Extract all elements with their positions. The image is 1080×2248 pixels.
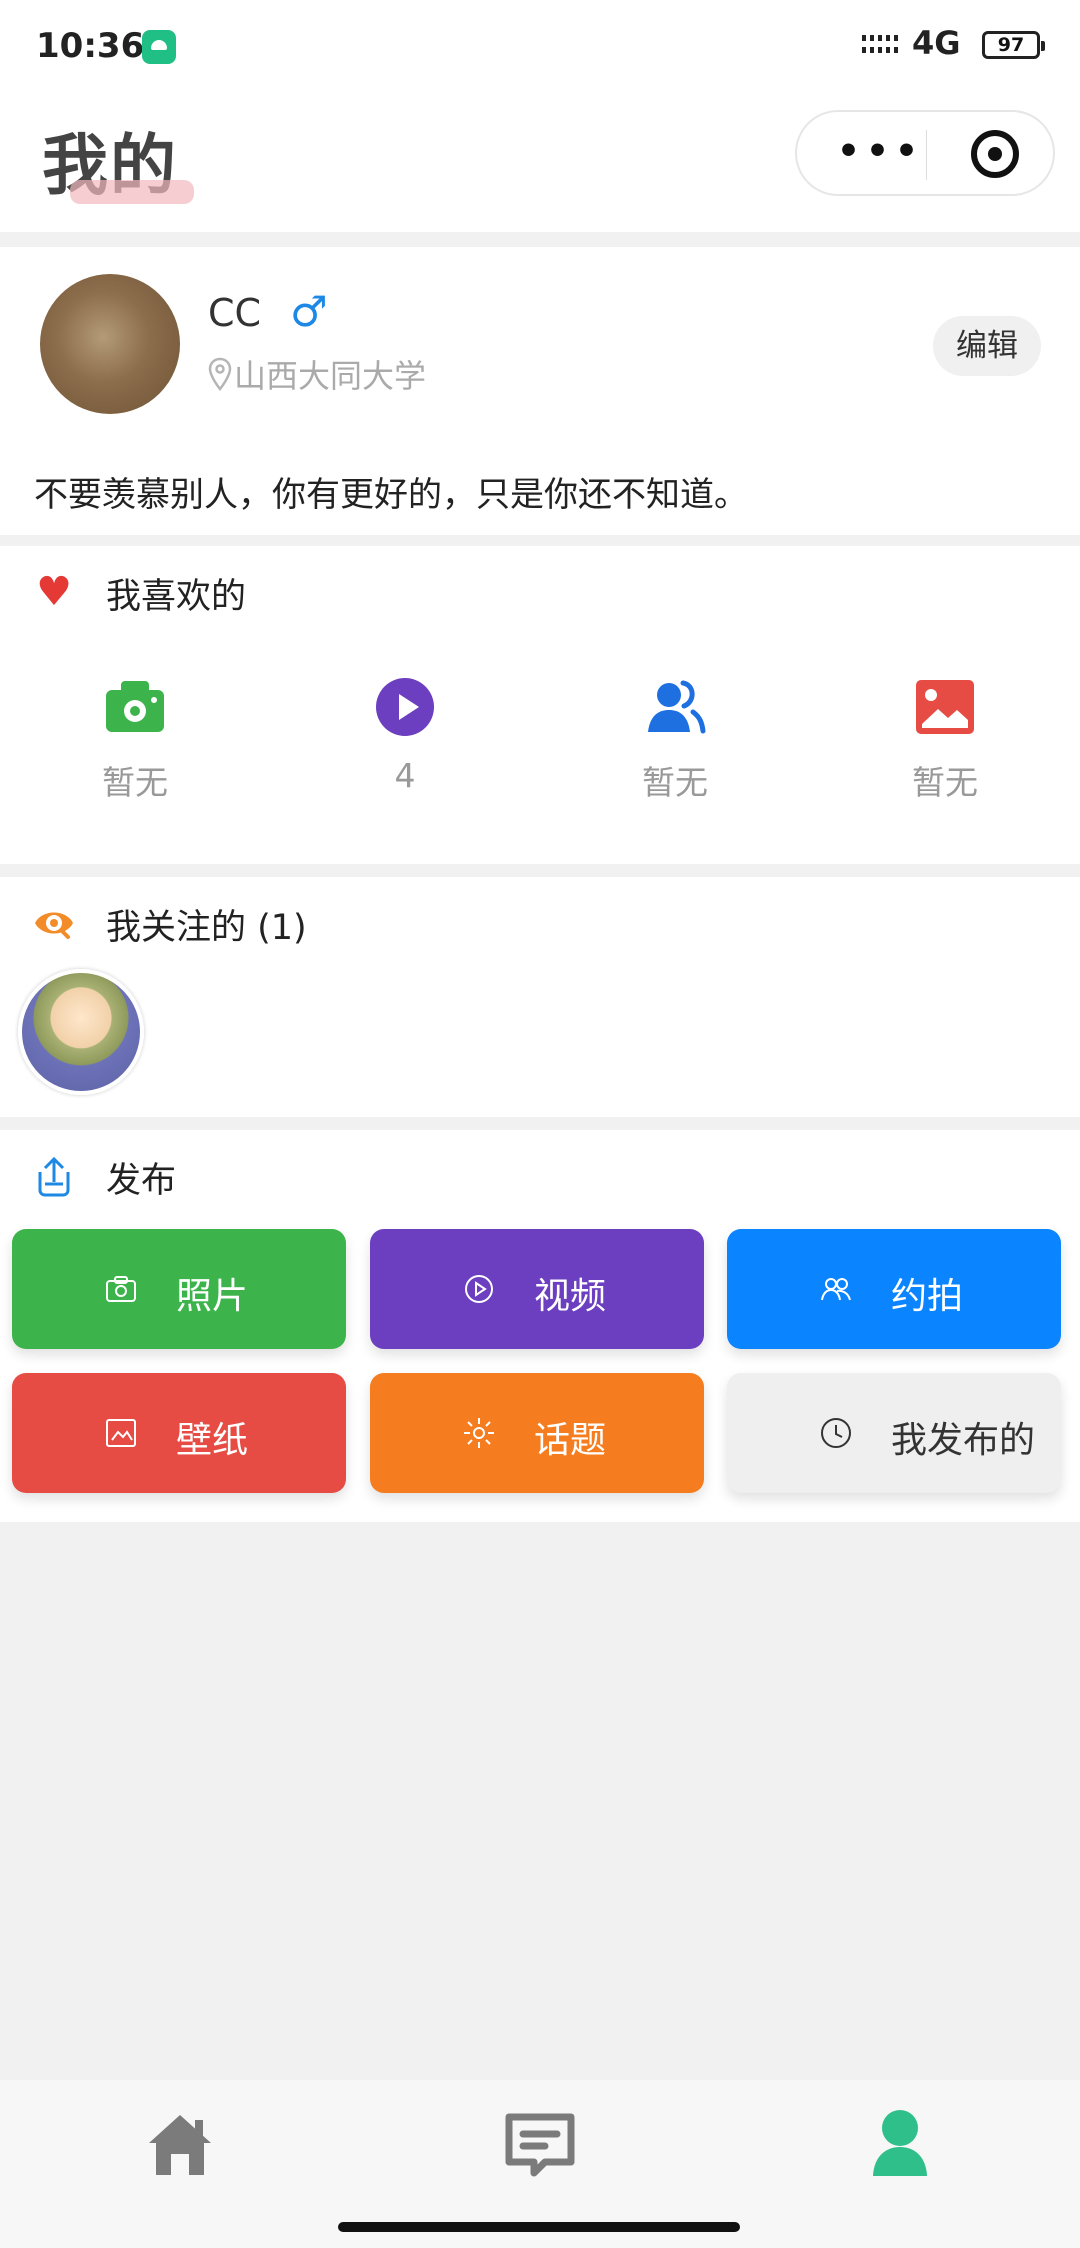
users-icon — [644, 676, 706, 738]
profile-tab[interactable] — [860, 2104, 940, 2184]
school-location: 山西大同大学 — [208, 351, 426, 397]
capsule-divider — [926, 130, 927, 180]
network-label: 4G — [912, 24, 961, 62]
user-icon — [873, 2110, 927, 2176]
close-target-icon[interactable] — [971, 130, 1019, 178]
male-icon: ♂ — [290, 287, 328, 336]
status-bar: 10:36 4G 97 — [0, 0, 1080, 90]
school-name: 山西大同大学 — [234, 357, 427, 395]
likes-section: ♥ 我喜欢的 暂无 4 暂无 暂无 — [0, 546, 1080, 864]
battery-icon: 97 — [982, 31, 1045, 59]
liked-wallpapers-count: 暂无 — [912, 763, 978, 802]
publish-appointment-button[interactable]: 约拍 — [727, 1229, 1061, 1349]
following-avatar[interactable] — [18, 969, 144, 1095]
my-posts-button[interactable]: 我发布的 — [727, 1373, 1061, 1493]
home-icon — [149, 2115, 211, 2175]
publish-wallpaper-button[interactable]: 壁纸 — [12, 1373, 346, 1493]
sparkle-icon — [464, 1418, 494, 1448]
publish-photo-label: 照片 — [176, 1276, 249, 1317]
publish-wallpaper-label: 壁纸 — [176, 1420, 249, 1461]
user-avatar[interactable] — [40, 274, 180, 414]
image-icon — [914, 676, 976, 738]
publish-title: 发布 — [106, 1161, 177, 1201]
play-icon — [374, 676, 436, 738]
publish-appointment-label: 约拍 — [891, 1276, 964, 1317]
liked-photos[interactable]: 暂无 — [75, 676, 195, 804]
play-circle-icon — [465, 1275, 493, 1303]
eye-icon — [32, 901, 76, 945]
home-tab[interactable] — [140, 2104, 220, 2184]
upload-icon — [32, 1154, 76, 1198]
title-underline — [70, 180, 194, 204]
my-posts-label: 我发布的 — [891, 1420, 1036, 1461]
following-title: 我关注的 (1) — [106, 908, 307, 948]
heart-icon: ♥ — [36, 569, 72, 615]
edit-button[interactable]: 编辑 — [933, 316, 1041, 376]
signal-icon — [862, 32, 902, 60]
publish-video-button[interactable]: 视频 — [370, 1229, 704, 1349]
liked-appointments-count: 暂无 — [642, 763, 708, 802]
app-notification-icon — [142, 30, 176, 64]
liked-photos-count: 暂无 — [102, 763, 168, 802]
publish-section: 发布 照片 视频 约拍 壁纸 话题 我发布的 — [0, 1130, 1080, 1522]
publish-topic-label: 话题 — [534, 1420, 607, 1461]
mini-program-capsule[interactable]: ••• — [795, 110, 1055, 196]
status-time: 10:36 — [36, 26, 145, 66]
bottom-navigation — [0, 2080, 1080, 2248]
more-icon[interactable]: ••• — [837, 134, 924, 170]
messages-tab[interactable] — [500, 2104, 580, 2184]
system-home-indicator — [338, 2222, 740, 2232]
camera-icon — [104, 676, 166, 738]
publish-photo-button[interactable]: 照片 — [12, 1229, 346, 1349]
image-icon — [106, 1419, 136, 1447]
users-icon — [821, 1278, 851, 1301]
publish-video-label: 视频 — [534, 1276, 607, 1317]
publish-topic-button[interactable]: 话题 — [370, 1373, 704, 1493]
following-section: 我关注的 (1) — [0, 877, 1080, 1117]
liked-videos[interactable]: 4 — [345, 676, 465, 795]
likes-title: 我喜欢的 — [106, 577, 247, 617]
profile-card: CC ♂ 山西大同大学 编辑 不要羡慕别人，你有更好的，只是你还不知道。 — [0, 247, 1080, 535]
liked-videos-count: 4 — [394, 756, 416, 795]
liked-appointments[interactable]: 暂无 — [615, 676, 735, 804]
clock-icon — [821, 1418, 851, 1448]
top-area: 10:36 4G 97 我的 ••• — [0, 0, 1080, 232]
user-name: CC — [208, 291, 262, 335]
camera-icon — [106, 1276, 136, 1302]
profile-bio: 不要羡慕别人，你有更好的，只是你还不知道。 — [34, 475, 748, 515]
location-icon — [208, 357, 232, 391]
liked-wallpapers[interactable]: 暂无 — [885, 676, 1005, 804]
message-icon — [505, 2113, 575, 2177]
